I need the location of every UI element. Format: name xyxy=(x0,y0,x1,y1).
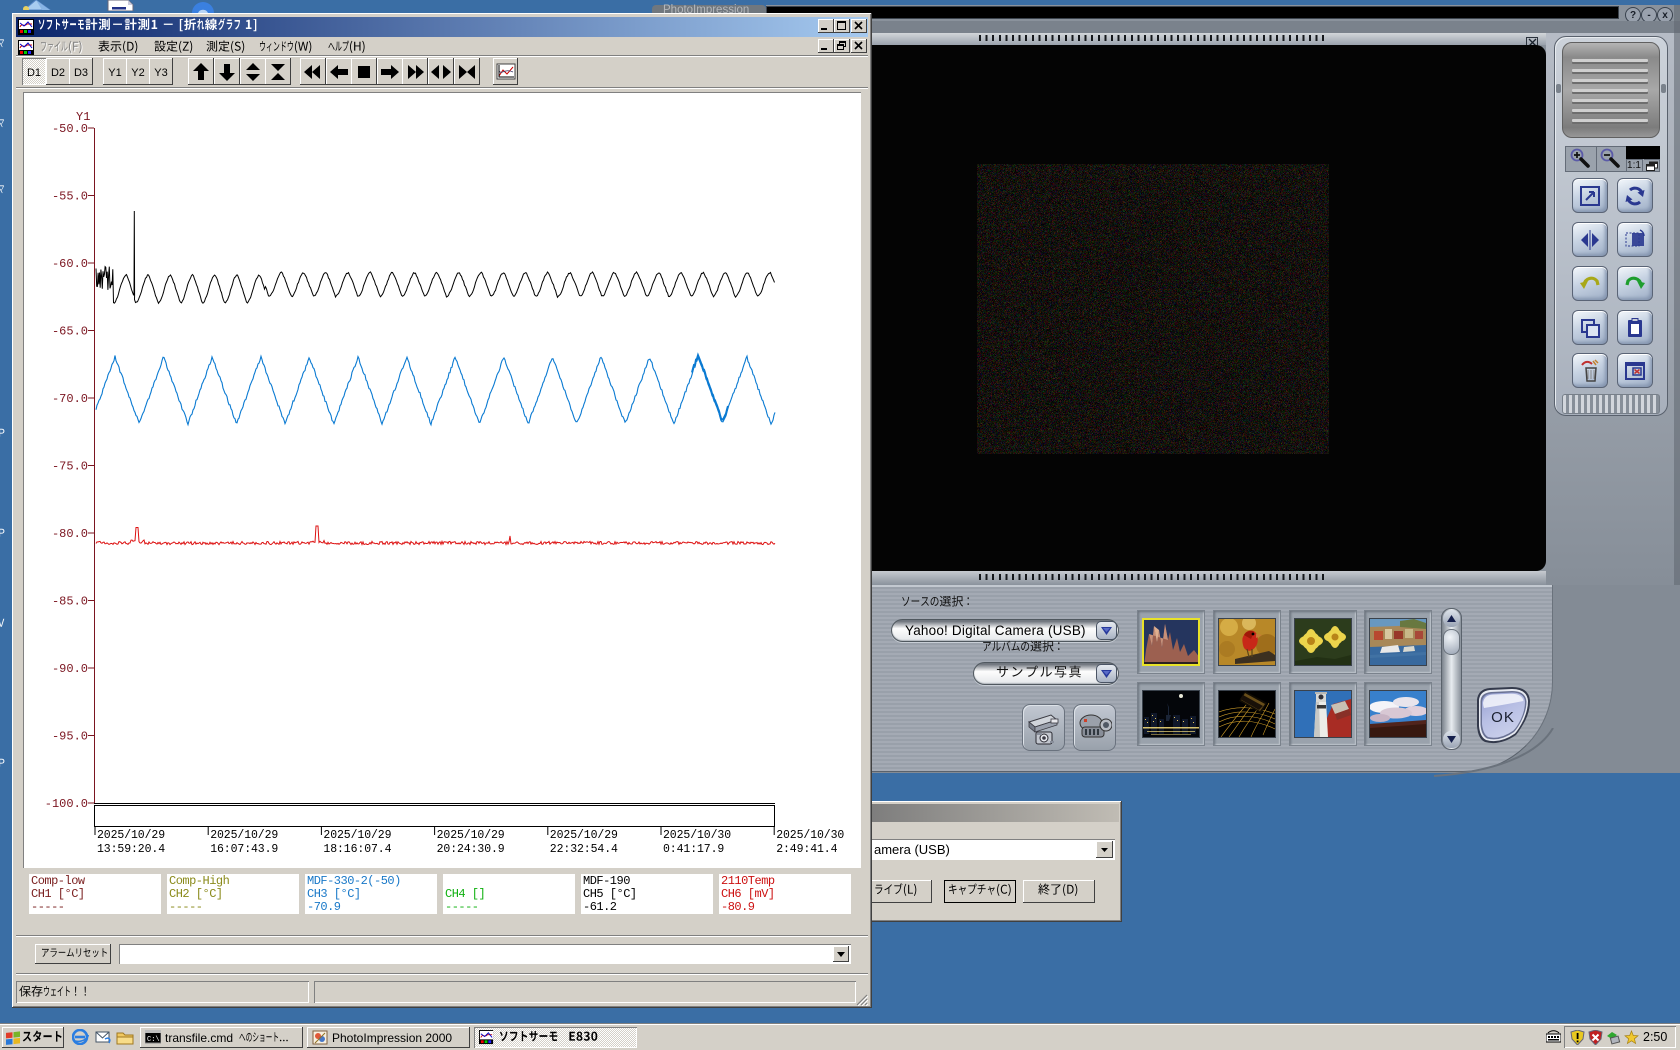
svg-text:2025/10/29: 2025/10/29 xyxy=(210,829,278,842)
svg-text:0:41:17.9: 0:41:17.9 xyxy=(663,843,724,856)
svg-text:-65.0: -65.0 xyxy=(52,325,88,339)
svg-text:20:24:30.9: 20:24:30.9 xyxy=(437,843,505,856)
svg-text:2025/10/29: 2025/10/29 xyxy=(97,829,165,842)
svg-text:2025/10/29: 2025/10/29 xyxy=(550,829,618,842)
svg-text:-80.0: -80.0 xyxy=(52,527,88,541)
svg-text:16:07:43.9: 16:07:43.9 xyxy=(210,843,278,856)
svg-text:-95.0: -95.0 xyxy=(52,730,88,744)
svg-text:-100.0: -100.0 xyxy=(45,797,88,811)
svg-text:-90.0: -90.0 xyxy=(52,662,88,676)
svg-text:2:49:41.4: 2:49:41.4 xyxy=(776,843,837,856)
svg-text:22:32:54.4: 22:32:54.4 xyxy=(550,843,618,856)
svg-text:2025/10/30: 2025/10/30 xyxy=(663,829,731,842)
svg-text:C:\: C:\ xyxy=(147,1036,160,1044)
svg-text:2025/10/29: 2025/10/29 xyxy=(323,829,391,842)
svg-text:-75.0: -75.0 xyxy=(52,460,88,474)
svg-text:-55.0: -55.0 xyxy=(52,190,88,204)
svg-text:13:59:20.4: 13:59:20.4 xyxy=(97,843,165,856)
svg-text:-70.0: -70.0 xyxy=(52,392,88,406)
svg-text:OK: OK xyxy=(1491,709,1515,726)
svg-text:18:16:07.4: 18:16:07.4 xyxy=(323,843,391,856)
svg-text:-60.0: -60.0 xyxy=(52,257,88,271)
svg-text:2025/10/29: 2025/10/29 xyxy=(437,829,505,842)
svg-text:-50.0: -50.0 xyxy=(52,122,88,136)
svg-text:2025/10/30: 2025/10/30 xyxy=(776,829,844,842)
svg-text:-85.0: -85.0 xyxy=(52,595,88,609)
